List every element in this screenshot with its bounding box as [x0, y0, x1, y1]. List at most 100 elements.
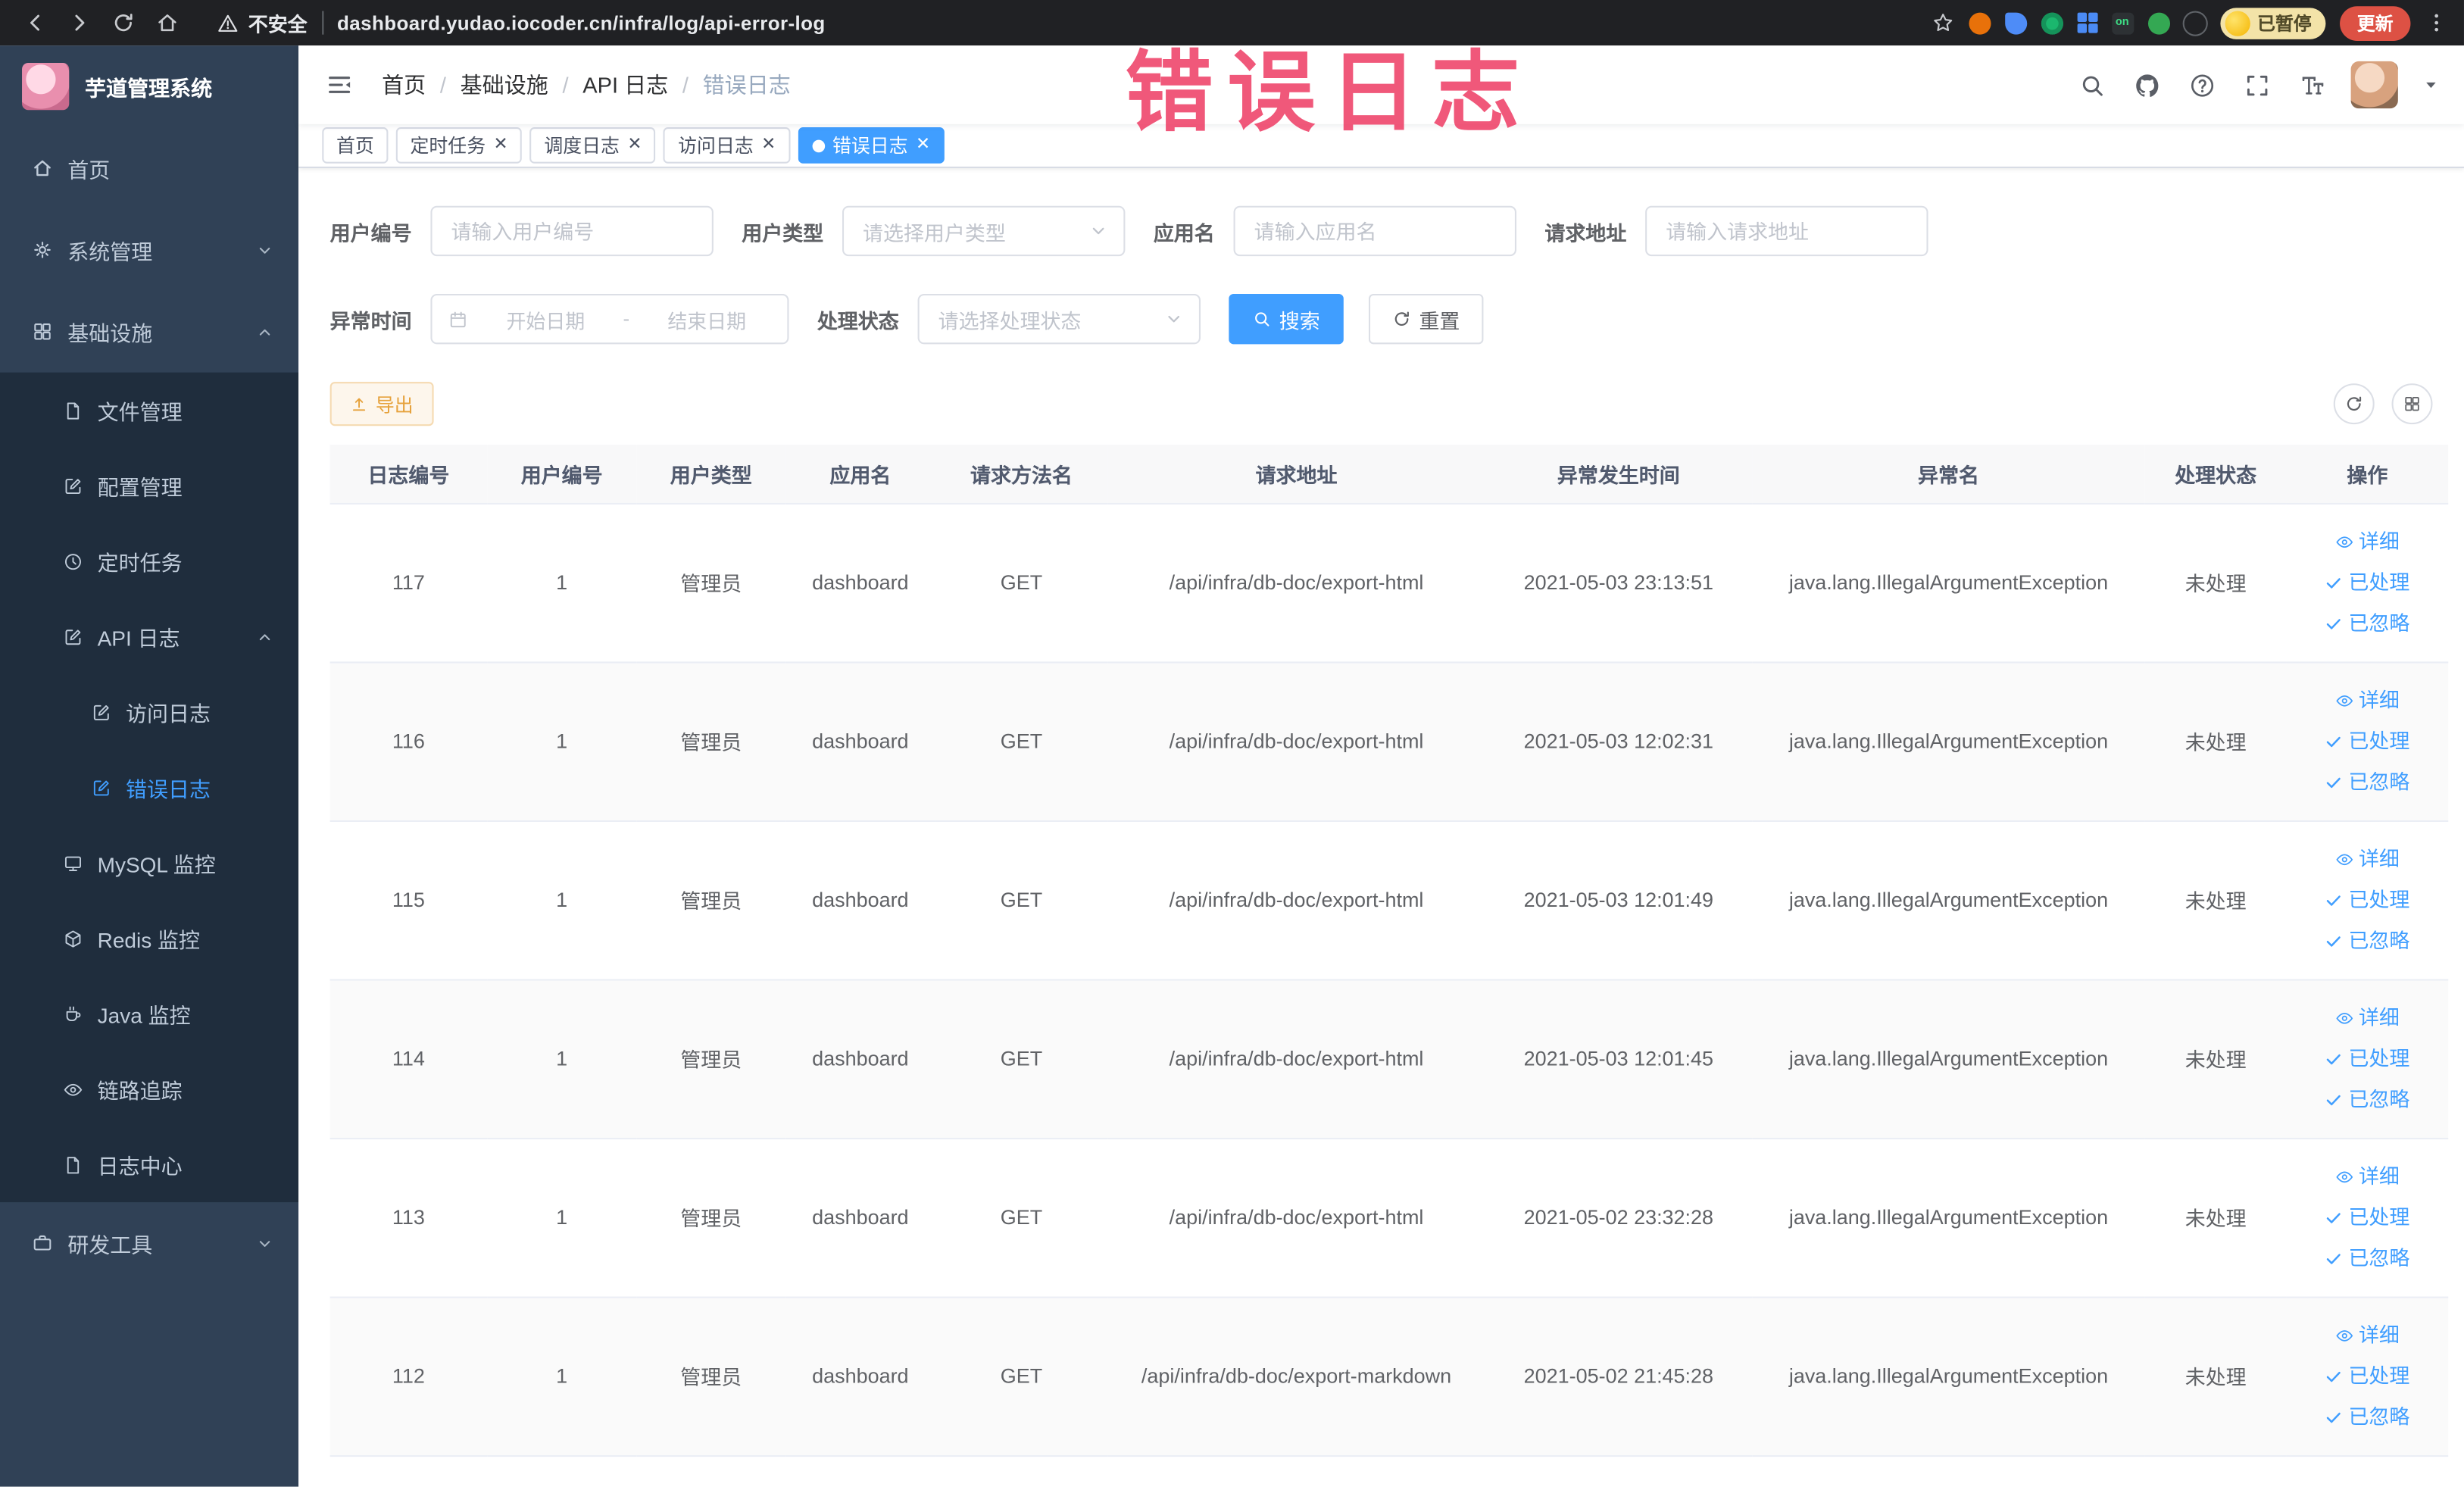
browser-reload-button[interactable]: [104, 4, 142, 42]
detail-link[interactable]: 详细: [2293, 521, 2442, 562]
extension-icon-4[interactable]: [2076, 12, 2097, 33]
sidebar-item-access-log[interactable]: 访问日志: [0, 674, 298, 750]
mark-ignored-link[interactable]: 已忽略: [2293, 1396, 2442, 1437]
search-icon[interactable]: [2076, 69, 2107, 100]
search-button[interactable]: 搜索: [1229, 293, 1344, 345]
sidebar-item-system-management[interactable]: 系统管理: [0, 209, 298, 291]
refresh-table-button[interactable]: [2333, 383, 2375, 425]
bookmark-star-icon[interactable]: [1931, 11, 1954, 35]
user-type-select[interactable]: 请选择用户类型: [842, 205, 1126, 257]
breadcrumb-api-logs[interactable]: API 日志: [548, 69, 668, 100]
end-date-placeholder: 结束日期: [667, 310, 747, 333]
sidebar-item-home[interactable]: 首页: [0, 127, 298, 209]
monitor-icon: [63, 852, 83, 873]
browser-home-button[interactable]: [148, 4, 186, 42]
close-icon[interactable]: ✕: [916, 136, 930, 154]
extension-icon-1[interactable]: [1968, 11, 1991, 34]
user-id-input[interactable]: [430, 205, 714, 257]
filter-row-2: 异常时间 开始日期 - 结束日期 处理状态 请选择处理状态 搜索 重置: [330, 293, 2433, 345]
extension-icon-5[interactable]: [2147, 11, 2169, 34]
browser-menu-icon[interactable]: [2425, 11, 2448, 35]
status-badge: 未处理: [2144, 661, 2287, 821]
home-icon: [31, 157, 53, 179]
table-row: 116 1 管理员 dashboard GET /api/infra/db-do…: [329, 661, 2449, 821]
column-header-status: 处理状态: [2144, 445, 2287, 504]
sidebar-item-error-log[interactable]: 错误日志: [0, 750, 298, 826]
caret-down-icon[interactable]: [2422, 76, 2441, 95]
mark-ignored-link[interactable]: 已忽略: [2293, 761, 2442, 802]
exception-time-range-picker[interactable]: 开始日期 - 结束日期: [430, 293, 789, 345]
request-url-input[interactable]: [1645, 205, 1928, 257]
sidebar-item-java-monitor[interactable]: Java 监控: [0, 976, 298, 1051]
check-icon: [2325, 1207, 2344, 1226]
mark-processed-link[interactable]: 已处理: [2293, 562, 2442, 603]
active-tab-dot: [811, 139, 825, 152]
close-icon[interactable]: ✕: [627, 136, 642, 154]
app-name-input[interactable]: [1233, 205, 1517, 257]
github-icon[interactable]: [2131, 69, 2162, 100]
browser-forward-button[interactable]: [60, 4, 98, 42]
reset-button[interactable]: 重置: [1369, 293, 1484, 345]
mark-ignored-link[interactable]: 已忽略: [2293, 603, 2442, 644]
process-status-select[interactable]: 请选择处理状态: [917, 293, 1201, 345]
detail-link[interactable]: 详细: [2293, 679, 2442, 720]
grid-icon: [2403, 395, 2422, 414]
sidebar-item-mysql-monitor[interactable]: MySQL 监控: [0, 825, 298, 901]
tab-error-log[interactable]: 错误日志 ✕: [798, 127, 945, 164]
breadcrumb-infrastructure[interactable]: 基础设施: [426, 69, 548, 100]
close-icon[interactable]: ✕: [493, 136, 507, 154]
sidebar: 芋道管理系统 首页 系统管理 基础设施 文件管理 配置管理 定时任务 API 日…: [0, 45, 299, 1487]
mark-processed-link[interactable]: 已处理: [2293, 1038, 2442, 1079]
address-bar-url[interactable]: dashboard.yudao.iocoder.cn/infra/log/api…: [337, 12, 826, 34]
browser-update-button[interactable]: 更新: [2340, 5, 2411, 40]
tab-access-log[interactable]: 访问日志 ✕: [664, 127, 790, 164]
sidebar-item-scheduled-tasks[interactable]: 定时任务: [0, 523, 298, 599]
column-header-actions: 操作: [2286, 445, 2449, 504]
column-settings-button[interactable]: [2391, 383, 2433, 425]
detail-link[interactable]: 详细: [2293, 997, 2442, 1038]
detail-link[interactable]: 详细: [2293, 1314, 2442, 1355]
mark-ignored-link[interactable]: 已忽略: [2293, 1079, 2442, 1120]
sidebar-item-config-management[interactable]: 配置管理: [0, 448, 298, 523]
detail-link[interactable]: 详细: [2293, 839, 2442, 879]
tab-scheduled-tasks[interactable]: 定时任务 ✕: [395, 127, 523, 164]
mark-processed-link[interactable]: 已处理: [2293, 1355, 2442, 1396]
sidebar-item-log-center[interactable]: 日志中心: [0, 1126, 298, 1202]
table-row: 117 1 管理员 dashboard GET /api/infra/db-do…: [329, 502, 2449, 663]
extension-icon-6[interactable]: [2183, 11, 2206, 34]
app-logo-bar[interactable]: 芋道管理系统: [0, 45, 298, 127]
mark-processed-link[interactable]: 已处理: [2293, 879, 2442, 920]
help-icon[interactable]: [2186, 69, 2217, 100]
extension-icon-on[interactable]: on: [2111, 11, 2134, 34]
export-button[interactable]: 导出: [329, 382, 434, 426]
sidebar-item-dev-tools[interactable]: 研发工具: [0, 1202, 298, 1284]
sidebar-item-api-logs[interactable]: API 日志: [0, 598, 298, 674]
mark-processed-link[interactable]: 已处理: [2293, 1197, 2442, 1238]
extension-icon-3[interactable]: [2040, 11, 2063, 34]
detail-link[interactable]: 详细: [2293, 1156, 2442, 1197]
security-chip[interactable]: 不安全: [217, 8, 308, 37]
refresh-icon: [1392, 310, 1411, 329]
extension-icon-2[interactable]: [2004, 11, 2027, 34]
mark-processed-link[interactable]: 已处理: [2293, 720, 2442, 761]
tab-home[interactable]: 首页: [322, 127, 389, 164]
tab-dispatch-log[interactable]: 调度日志 ✕: [529, 127, 657, 164]
eye-icon: [2335, 1167, 2354, 1186]
fullscreen-icon[interactable]: [2241, 69, 2272, 100]
hamburger-icon[interactable]: [322, 67, 357, 102]
sidebar-item-redis-monitor[interactable]: Redis 监控: [0, 901, 298, 976]
sidebar-item-file-management[interactable]: 文件管理: [0, 373, 298, 448]
close-icon[interactable]: ✕: [761, 136, 776, 154]
chevron-down-icon: [256, 1235, 273, 1252]
clock-icon: [63, 551, 83, 571]
mark-ignored-link[interactable]: 已忽略: [2293, 920, 2442, 961]
mark-ignored-link[interactable]: 已忽略: [2293, 1238, 2442, 1279]
browser-profile-chip[interactable]: 已暂停: [2219, 7, 2326, 39]
font-size-icon[interactable]: [2296, 69, 2327, 100]
column-header-app-name: 应用名: [785, 445, 935, 504]
sidebar-item-infrastructure[interactable]: 基础设施: [0, 291, 298, 373]
sidebar-item-link-tracing[interactable]: 链路追踪: [0, 1051, 298, 1127]
user-avatar[interactable]: [2350, 61, 2398, 109]
breadcrumb-home[interactable]: 首页: [382, 69, 426, 100]
browser-back-button[interactable]: [16, 4, 54, 42]
